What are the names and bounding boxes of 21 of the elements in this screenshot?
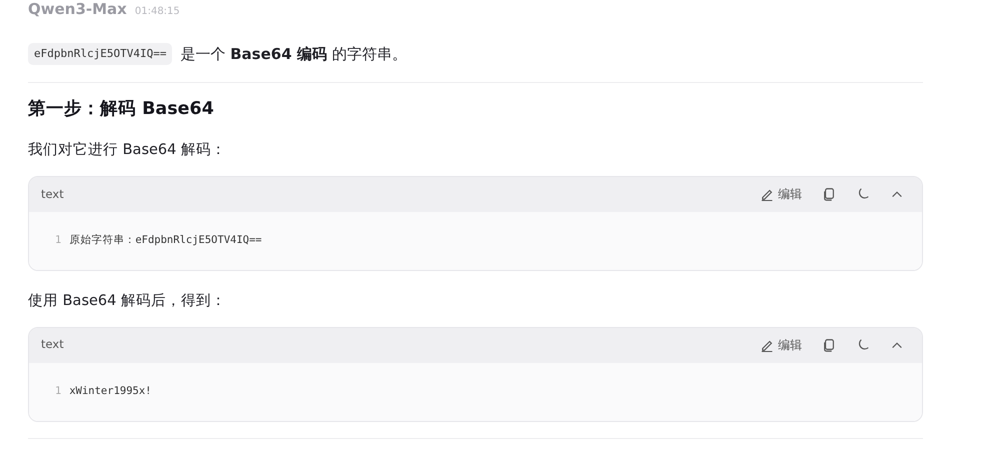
paragraph-text: 我们对它进行 Base64 解码：	[28, 140, 227, 160]
copy-icon	[822, 338, 836, 352]
line-number: 1	[55, 232, 62, 248]
edit-button[interactable]: 编辑	[754, 187, 808, 202]
model-name: Qwen3-Max	[28, 0, 127, 20]
edit-button[interactable]: 编辑	[754, 338, 808, 352]
moon-icon	[856, 338, 870, 352]
timestamp: 01:48:15	[134, 5, 180, 19]
language-label: text	[41, 186, 64, 203]
code-line: 原始字符串：eFdpbnRlcjE5OTV4IQ==	[69, 232, 262, 248]
section-heading: 第一步：解码 Base64	[28, 99, 215, 120]
pencil-icon	[760, 338, 774, 352]
inline-code: eFdpbnRlcjE5OTV4IQ==	[28, 42, 172, 66]
pencil-icon	[760, 187, 774, 202]
moon-icon	[856, 187, 870, 202]
paragraph-text: 使用 Base64 解码后，得到：	[28, 292, 227, 311]
code-line: xWinter1995x!	[69, 384, 152, 399]
copy-icon	[822, 187, 836, 202]
intro-text: 是一个 Base64 编码 的字符串。	[180, 44, 407, 65]
language-label: text	[41, 336, 64, 354]
line-number: 1	[55, 384, 62, 399]
